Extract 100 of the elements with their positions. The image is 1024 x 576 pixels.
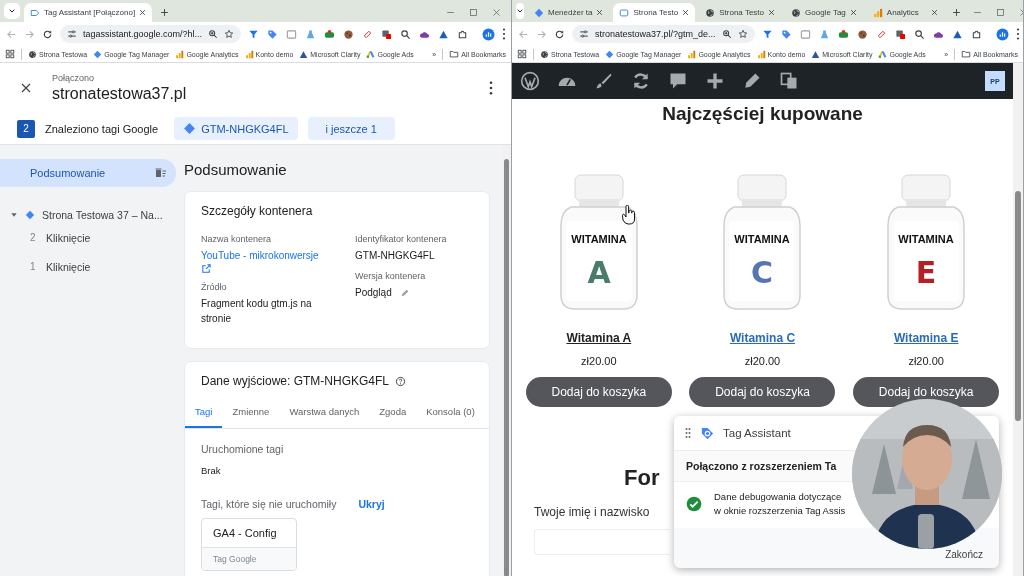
triangle-icon[interactable]	[951, 28, 963, 40]
maximize-icon[interactable]	[469, 8, 478, 17]
output-tab[interactable]: Warstwa danych	[279, 398, 370, 428]
maximize-icon[interactable]	[995, 8, 1005, 17]
zoom-icon[interactable]	[208, 29, 219, 39]
wordpress-icon[interactable]	[520, 71, 540, 91]
triangle-icon	[811, 49, 821, 59]
cookie-icon[interactable]	[856, 28, 868, 40]
address-bar[interactable]: stronatestowa37.pl/?gtm_de...	[572, 25, 755, 43]
pencil-icon[interactable]	[742, 71, 762, 91]
add-to-cart-button[interactable]: Dodaj do koszyka	[853, 377, 1000, 407]
duplicate-icon[interactable]	[779, 71, 799, 91]
browser-tab[interactable]: Menedżer ta	[528, 3, 610, 22]
new-tab-icon[interactable]	[951, 8, 961, 17]
product-link[interactable]: Witamina A	[566, 331, 632, 345]
extensions-icon[interactable]	[970, 28, 982, 40]
comment-icon[interactable]	[668, 71, 688, 91]
output-tab[interactable]: Zgoda	[369, 398, 417, 428]
delete-list-icon[interactable]	[154, 167, 168, 179]
browser-tab[interactable]: Analytics	[866, 3, 944, 22]
globe-icon	[540, 49, 549, 59]
plus-icon[interactable]	[705, 71, 725, 91]
close-icon[interactable]	[139, 9, 147, 16]
brush-icon[interactable]	[594, 71, 614, 91]
menu-icon[interactable]	[1015, 28, 1020, 40]
new-tab-icon[interactable]	[160, 8, 170, 17]
profile-icon[interactable]	[482, 27, 496, 41]
triangle-icon[interactable]	[438, 28, 450, 40]
tag-chip[interactable]: i jeszcze 1	[307, 117, 395, 140]
cookie-icon[interactable]	[343, 28, 355, 40]
close-icon[interactable]	[20, 82, 32, 94]
zoom-icon[interactable]	[721, 29, 732, 39]
vitamin-letter: E	[915, 255, 937, 290]
star-icon[interactable]	[224, 29, 235, 39]
output-tab[interactable]: Zmienne	[222, 398, 280, 428]
flask-icon[interactable]	[818, 28, 830, 40]
close-icon[interactable]	[596, 9, 604, 16]
finish-button[interactable]: Zakończ	[943, 547, 985, 562]
page-tree-item[interactable]: Strona Testowa 37 – Na...	[0, 207, 176, 223]
field-label: Identyfikator kontenera	[355, 234, 448, 244]
more-options-icon[interactable]	[489, 81, 493, 95]
zoom-icon[interactable]	[400, 28, 412, 40]
event-item[interactable]: 2 Kliknięcie	[0, 223, 176, 252]
close-icon[interactable]	[849, 9, 857, 16]
output-tab[interactable]: Tagi	[185, 398, 223, 428]
browser-tab[interactable]: Strona Testo	[613, 3, 696, 22]
product-link[interactable]: Witamina C	[729, 331, 796, 345]
diamond-icon	[93, 49, 103, 59]
output-tab[interactable]: Konsola (0)	[416, 398, 485, 428]
reload-icon[interactable]	[554, 28, 565, 40]
check-circle-icon	[686, 496, 702, 512]
vitamin-letter: A	[587, 255, 611, 290]
menu-icon[interactable]	[502, 28, 507, 40]
caret-icon	[8, 7, 16, 15]
reload-icon[interactable]	[42, 28, 53, 40]
tag-icon[interactable]	[780, 28, 792, 40]
filter-icon[interactable]	[248, 28, 260, 40]
extensions-icon[interactable]	[457, 28, 469, 40]
square-icon[interactable]	[286, 28, 298, 40]
address-bar[interactable]: tagassistant.google.com/?hl...	[60, 25, 242, 43]
tag-icon[interactable]	[267, 28, 279, 40]
close-icon[interactable]	[682, 9, 690, 16]
apps-grid-icon[interactable]	[5, 49, 15, 59]
browser-tab[interactable]: Strona Testo	[699, 3, 782, 22]
external-link-icon[interactable]	[201, 263, 212, 274]
profile-icon[interactable]	[995, 27, 1009, 41]
tune-icon[interactable]	[579, 29, 589, 39]
tag-chip[interactable]: GTM-NHGKG4FL	[174, 117, 298, 140]
drag-handle-icon[interactable]	[684, 427, 692, 439]
hide-link[interactable]: Ukryj	[358, 498, 385, 510]
tab-search-button[interactable]	[516, 3, 524, 19]
browser-tab[interactable]: Google Tag	[785, 3, 863, 22]
url-text: tagassistant.google.com/?hl...	[83, 29, 203, 39]
close-icon[interactable]	[930, 9, 938, 16]
zoom-icon[interactable]	[913, 28, 925, 40]
browser-tab[interactable]: Tag Assistant [Połączono]	[24, 3, 153, 22]
name-input-field[interactable]	[534, 529, 670, 555]
filter-icon[interactable]	[761, 28, 773, 40]
scrollbar[interactable]	[1013, 63, 1023, 576]
add-to-cart-button[interactable]: Dodaj do koszyka	[525, 377, 672, 407]
container-link[interactable]: YouTube - mikrokonwersje	[201, 248, 355, 263]
apps-grid-icon[interactable]	[517, 49, 527, 59]
help-icon[interactable]	[395, 375, 407, 387]
square-icon[interactable]	[799, 28, 811, 40]
tag-card[interactable]: GA4 - Config Tag Google	[201, 518, 297, 571]
tag-name: GA4 - Config	[212, 526, 278, 541]
close-icon[interactable]	[768, 9, 776, 16]
tune-icon[interactable]	[67, 29, 77, 39]
event-item[interactable]: 1 Kliknięcie	[0, 252, 176, 281]
fired-tags-value: Brak	[201, 465, 222, 476]
add-to-cart-button[interactable]: Dodaj do koszyka	[689, 377, 836, 407]
badge-icon[interactable]	[381, 28, 393, 40]
form-label: Twoje imię i nazwisko	[534, 505, 650, 519]
summary-item[interactable]: Podsumowanie	[0, 159, 176, 187]
product-link[interactable]: Witamina E	[893, 331, 959, 345]
badge-icon[interactable]	[894, 28, 906, 40]
refresh-icon[interactable]	[631, 71, 651, 91]
flask-icon[interactable]	[305, 28, 317, 40]
star-icon[interactable]	[737, 29, 748, 39]
form-heading: For	[624, 465, 660, 491]
